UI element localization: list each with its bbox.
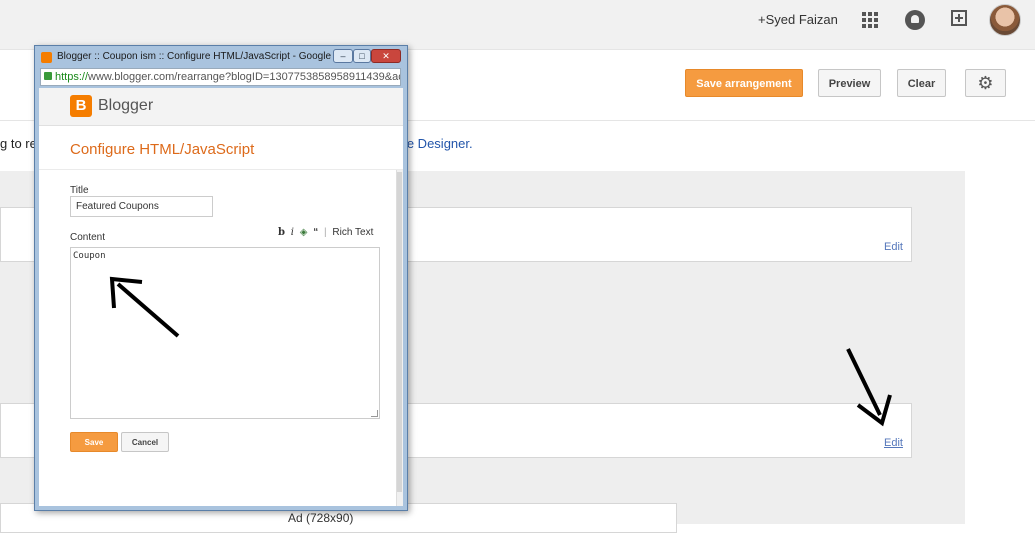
content-label: Content: [70, 232, 106, 243]
content-text: Coupon: [73, 251, 106, 261]
italic-icon[interactable]: i: [291, 227, 294, 238]
url-rest: www.blogger.com/rearrange?blogID=1307753…: [88, 71, 401, 83]
rich-text-link[interactable]: Rich Text: [332, 227, 373, 238]
bell-icon[interactable]: [905, 10, 925, 30]
resize-handle-icon[interactable]: [371, 410, 378, 417]
info-text: g to re: [0, 136, 37, 151]
maximize-icon[interactable]: □: [353, 49, 371, 63]
clear-button[interactable]: Clear: [897, 69, 946, 97]
blogger-logo-icon: B: [70, 95, 92, 117]
edit-link-mid[interactable]: Edit: [884, 437, 903, 449]
popup-window-title: Blogger :: Coupon ism :: Configure HTML/…: [57, 51, 370, 62]
annotation-arrow-edit: [846, 348, 892, 427]
link-icon[interactable]: ◈: [300, 227, 308, 238]
divider: [39, 169, 403, 170]
gear-icon[interactable]: ⚙: [965, 69, 1006, 97]
lock-icon: [44, 72, 52, 80]
google-bar: [0, 0, 1035, 50]
popup-scroll-thumb[interactable]: [397, 172, 402, 492]
close-icon[interactable]: ✕: [371, 49, 401, 63]
user-name-link[interactable]: +Syed Faizan: [758, 12, 838, 27]
save-arrangement-button[interactable]: Save arrangement: [685, 69, 803, 97]
address-bar[interactable]: https://www.blogger.com/rearrange?blogID…: [40, 68, 401, 86]
toolbar-separator: |: [324, 227, 327, 238]
preview-button[interactable]: Preview: [818, 69, 881, 97]
rich-text-toolbar: b i ◈ “ | Rich Text: [278, 227, 376, 238]
bold-icon[interactable]: b: [278, 227, 285, 238]
url-text: https://www.blogger.com/rearrange?blogID…: [55, 69, 401, 85]
cancel-button[interactable]: Cancel: [121, 432, 169, 452]
avatar[interactable]: [989, 4, 1021, 36]
edit-link-top[interactable]: Edit: [884, 241, 903, 253]
share-icon[interactable]: [951, 10, 967, 26]
popup-window: Blogger :: Coupon ism :: Configure HTML/…: [34, 45, 408, 511]
dialog-heading: Configure HTML/JavaScript: [70, 141, 255, 158]
ad-label: Ad (728x90): [288, 511, 354, 525]
popup-content: B Blogger Configure HTML/JavaScript Titl…: [39, 88, 403, 506]
blogger-brand: Blogger: [98, 97, 154, 114]
annotation-arrow-content: [109, 276, 180, 338]
save-button[interactable]: Save: [70, 432, 118, 452]
blogger-header: [39, 88, 403, 126]
title-input[interactable]: Featured Coupons: [70, 196, 213, 217]
title-label: Title: [70, 185, 89, 196]
minimize-icon[interactable]: –: [333, 49, 353, 63]
blogger-favicon-icon: [41, 52, 52, 63]
apps-icon[interactable]: [862, 12, 878, 28]
quote-icon[interactable]: “: [313, 227, 318, 238]
url-scheme: https://: [55, 71, 89, 83]
